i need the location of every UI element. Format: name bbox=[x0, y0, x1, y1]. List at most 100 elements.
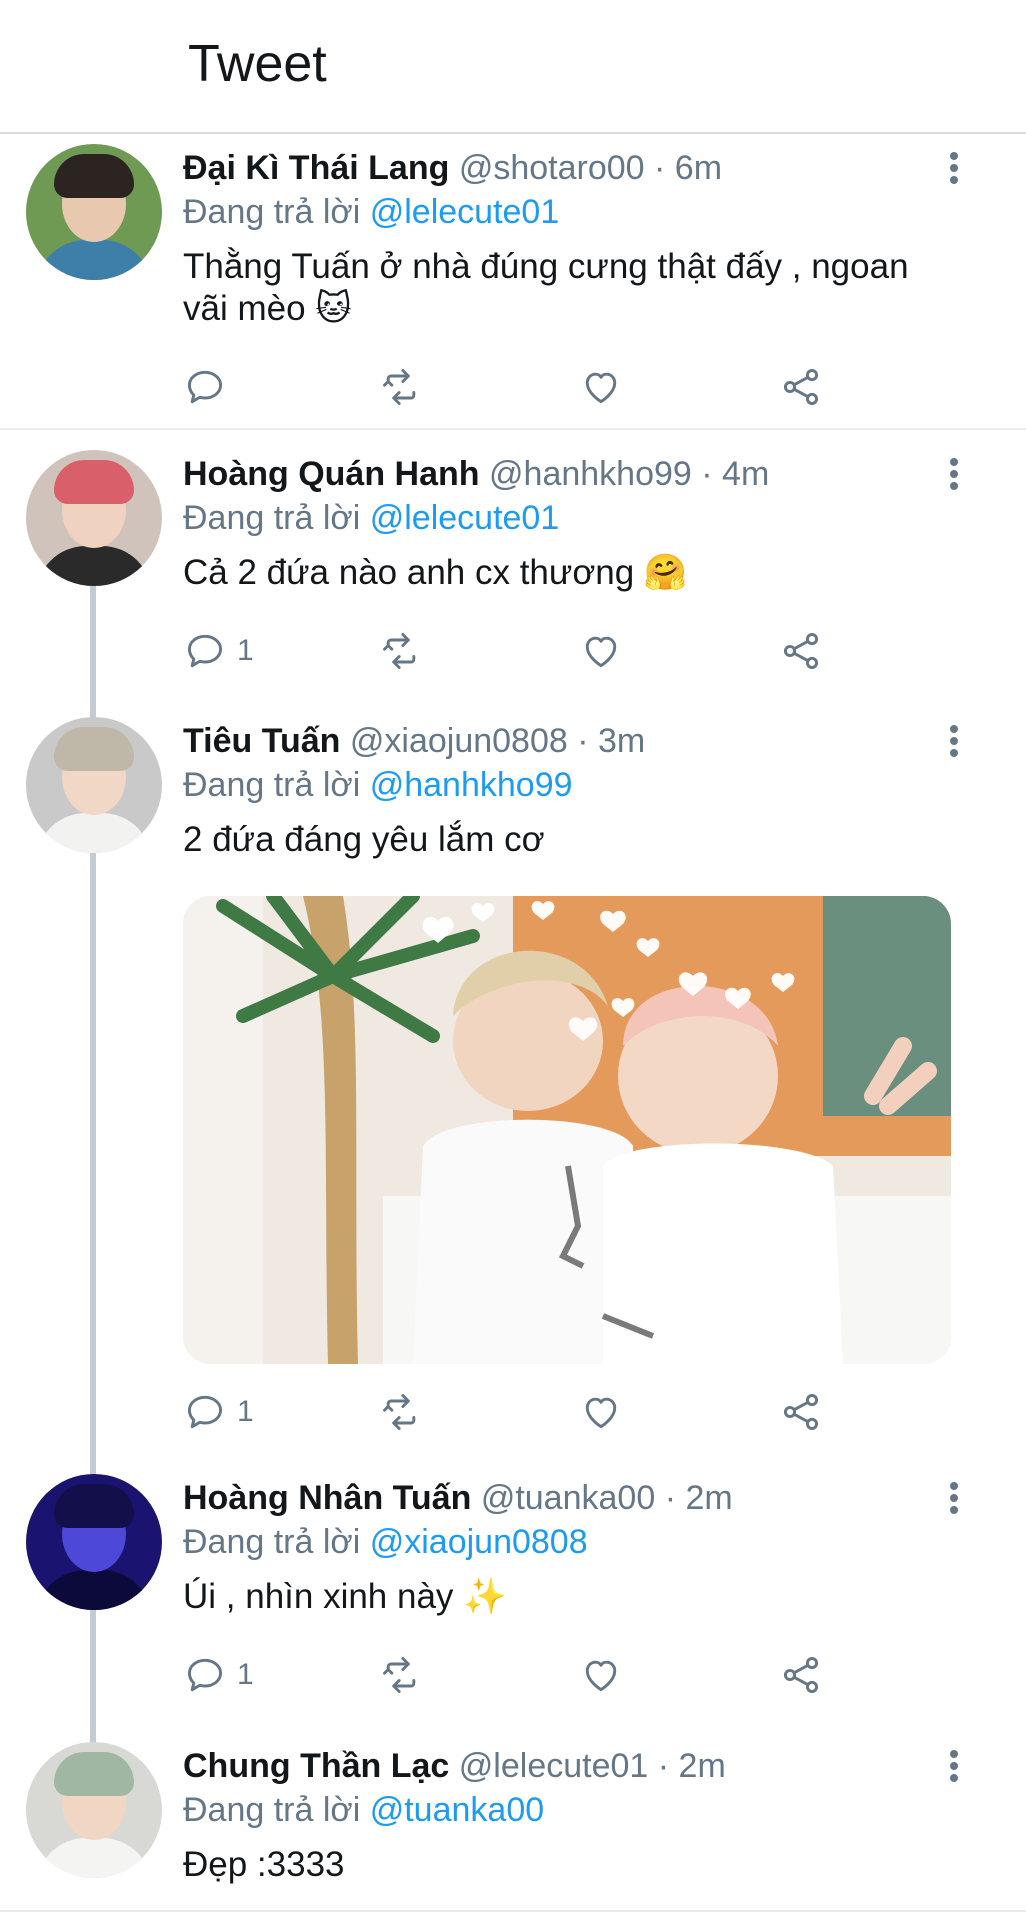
more-vertical-icon[interactable] bbox=[948, 1750, 960, 1786]
share-button[interactable] bbox=[779, 1650, 823, 1700]
display-name[interactable]: Hoàng Nhân Tuấn bbox=[183, 1479, 471, 1517]
avatar[interactable] bbox=[26, 717, 162, 853]
reply-icon bbox=[187, 370, 223, 404]
avatar[interactable] bbox=[26, 1742, 162, 1878]
tweet-text: Đẹp :3333 bbox=[183, 1844, 953, 1886]
reply-mention-link[interactable]: @lelecute01 bbox=[370, 193, 560, 231]
reply-mention-link[interactable]: @tuanka00 bbox=[370, 1791, 544, 1829]
more-vertical-icon[interactable] bbox=[948, 725, 960, 761]
tweet-meta: Hoàng Quán Hanh @hanhkho99 · 4m bbox=[183, 452, 769, 496]
user-handle[interactable]: @tuanka00 bbox=[481, 1479, 655, 1517]
more-vertical-icon[interactable] bbox=[948, 1482, 960, 1518]
tweet-actions: 1 bbox=[183, 1387, 843, 1437]
tweet-photo[interactable] bbox=[183, 896, 951, 1364]
tweet-text: Cả 2 đứa nào anh cx thương 🤗 bbox=[183, 552, 953, 594]
avatar-shirt bbox=[36, 1838, 152, 1878]
reply-icon bbox=[187, 1658, 223, 1692]
retweet-icon bbox=[383, 1657, 416, 1693]
timestamp: 6m bbox=[674, 149, 723, 187]
share-button[interactable] bbox=[779, 626, 823, 676]
share-button[interactable] bbox=[779, 1387, 823, 1437]
tweet-actions: 1 bbox=[183, 1650, 843, 1700]
tweet-text: 2 đứa đáng yêu lắm cơ bbox=[183, 819, 953, 861]
display-name[interactable]: Tiêu Tuấn bbox=[183, 722, 340, 760]
tweet-text-line: Thằng Tuấn ở nhà đúng cưng thật đấy , ng… bbox=[183, 247, 909, 286]
retweet-button[interactable] bbox=[379, 1650, 423, 1700]
reply-context: Đang trả lời @lelecute01 bbox=[183, 496, 559, 540]
tweet-text: Úi , nhìn xinh này ✨ bbox=[183, 1576, 953, 1618]
display-name[interactable]: Hoàng Quán Hanh bbox=[183, 455, 480, 493]
avatar-hair bbox=[54, 727, 134, 771]
tweet-divider bbox=[0, 428, 1026, 430]
photo-illustration bbox=[183, 896, 951, 1364]
heart-icon bbox=[585, 636, 617, 668]
separator: · bbox=[657, 1747, 670, 1785]
tweet-meta: Hoàng Nhân Tuấn @tuanka00 · 2m bbox=[183, 1476, 733, 1520]
avatar-shirt bbox=[36, 240, 152, 280]
tweet-text-line: Đẹp :3333 bbox=[183, 1845, 345, 1884]
user-handle[interactable]: @xiaojun0808 bbox=[350, 722, 568, 760]
like-button[interactable] bbox=[579, 362, 623, 412]
share-icon bbox=[783, 369, 819, 405]
tweet-meta: Chung Thần Lạc @lelecute01 · 2m bbox=[183, 1744, 726, 1788]
share-button[interactable] bbox=[779, 362, 823, 412]
tweet-text-line: vãi mèo 🐱 bbox=[183, 289, 352, 328]
reply-mention-link[interactable]: @xiaojun0808 bbox=[370, 1523, 588, 1561]
like-button[interactable] bbox=[579, 1650, 623, 1700]
like-button[interactable] bbox=[579, 626, 623, 676]
reply-mention-link[interactable]: @hanhkho99 bbox=[370, 766, 573, 804]
tweet-text-line: 2 đứa đáng yêu lắm cơ bbox=[183, 820, 545, 859]
avatar-shirt bbox=[36, 813, 152, 853]
tweet-text-line: Úi , nhìn xinh này ✨ bbox=[183, 1577, 507, 1616]
reply-context: Đang trả lời @hanhkho99 bbox=[183, 763, 573, 807]
retweet-icon bbox=[383, 369, 416, 405]
share-icon bbox=[783, 633, 819, 669]
retweet-button[interactable] bbox=[379, 1387, 423, 1437]
display-name[interactable]: Đại Kì Thái Lang bbox=[183, 149, 449, 187]
tweet-text-line: Cả 2 đứa nào anh cx thương 🤗 bbox=[183, 553, 688, 592]
page-title: Tweet bbox=[188, 35, 327, 93]
display-name[interactable]: Chung Thần Lạc bbox=[183, 1747, 449, 1785]
more-vertical-icon[interactable] bbox=[948, 152, 960, 188]
reply-prefix: Đang trả lời bbox=[183, 193, 361, 231]
separator: · bbox=[654, 149, 666, 187]
reply-button[interactable]: 1 bbox=[183, 1387, 254, 1437]
user-handle[interactable]: @shotaro00 bbox=[459, 149, 645, 187]
reply-prefix: Đang trả lời bbox=[183, 766, 361, 804]
avatar[interactable] bbox=[26, 450, 162, 586]
avatar-shirt bbox=[36, 1570, 152, 1610]
share-icon bbox=[783, 1394, 819, 1430]
avatar[interactable] bbox=[26, 144, 162, 280]
user-handle[interactable]: @lelecute01 bbox=[459, 1747, 649, 1785]
tweet-actions bbox=[183, 362, 843, 412]
heart-icon bbox=[585, 1397, 617, 1429]
like-button[interactable] bbox=[579, 1387, 623, 1437]
user-handle[interactable]: @hanhkho99 bbox=[489, 455, 692, 493]
retweet-icon bbox=[383, 633, 416, 669]
share-icon bbox=[783, 1657, 819, 1693]
separator: · bbox=[701, 455, 713, 493]
timestamp: 2m bbox=[678, 1747, 726, 1785]
heart-icon bbox=[585, 372, 617, 404]
retweet-button[interactable] bbox=[379, 362, 423, 412]
reply-count: 1 bbox=[237, 634, 254, 667]
reply-context: Đang trả lời @xiaojun0808 bbox=[183, 1520, 588, 1564]
avatar-hair bbox=[54, 460, 134, 504]
timestamp: 2m bbox=[685, 1479, 733, 1517]
separator: · bbox=[577, 722, 589, 760]
tweet-divider bbox=[0, 1910, 1026, 1912]
tweet-text: Thằng Tuấn ở nhà đúng cưng thật đấy , ng… bbox=[183, 246, 953, 330]
reply-button[interactable] bbox=[183, 362, 237, 412]
tweet-actions: 1 bbox=[183, 626, 843, 676]
avatar-hair bbox=[54, 154, 134, 198]
retweet-button[interactable] bbox=[379, 626, 423, 676]
more-vertical-icon[interactable] bbox=[948, 458, 960, 494]
top-header: Tweet bbox=[0, 0, 1026, 134]
reply-button[interactable]: 1 bbox=[183, 626, 254, 676]
tweet-meta: Tiêu Tuấn @xiaojun0808 · 3m bbox=[183, 719, 645, 763]
reply-mention-link[interactable]: @lelecute01 bbox=[370, 499, 560, 537]
timestamp: 3m bbox=[598, 722, 646, 760]
reply-button[interactable]: 1 bbox=[183, 1650, 254, 1700]
reply-context: Đang trả lời @tuanka00 bbox=[183, 1788, 544, 1832]
avatar[interactable] bbox=[26, 1474, 162, 1610]
